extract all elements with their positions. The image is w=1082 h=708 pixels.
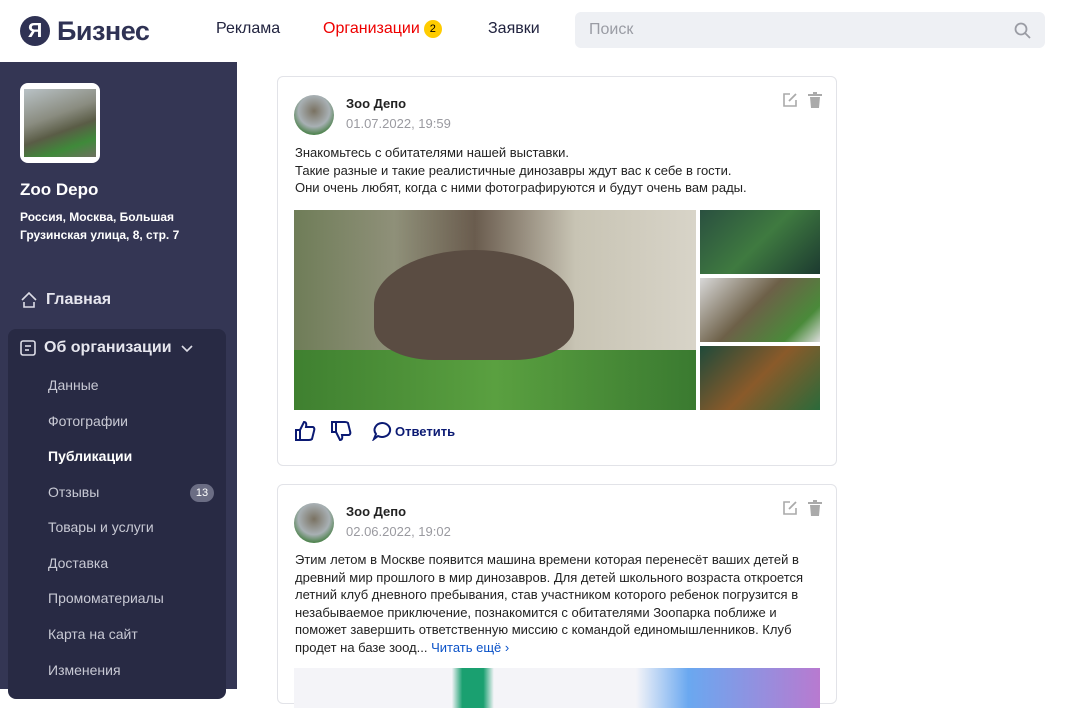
post-image[interactable] [294,668,820,708]
sidebar-item-home[interactable]: Главная [20,291,111,309]
org-photo[interactable] [20,83,100,163]
post-card: Зоо Депо 02.06.2022, 19:02 Этим летом в … [277,484,837,708]
post-date: 02.06.2022, 19:02 [346,524,451,539]
trash-icon[interactable] [808,92,822,108]
photo-thumb-3[interactable] [700,346,820,410]
comment-icon [372,421,392,441]
search-icon[interactable] [1014,22,1031,39]
yandex-business-logo[interactable]: Я Бизнес [20,15,150,47]
post-author: Зоо Депо [346,96,407,111]
nav-label: Организации [323,20,420,37]
edit-icon[interactable] [782,500,798,516]
home-icon [21,291,37,308]
avatar [294,95,334,135]
photo-thumb-2[interactable] [700,278,820,342]
edit-icon[interactable] [782,92,798,108]
photo-thumb-1[interactable] [700,210,820,274]
chevron-down-icon [180,345,193,353]
sidebar-section-about: Об организации Данные Фотографии Публика… [8,329,226,699]
like-icon[interactable] [294,420,316,442]
org-name: Zoo Depo [20,180,99,199]
post-date: 01.07.2022, 19:59 [346,116,451,131]
sidebar-item-changes[interactable]: Изменения [48,662,121,678]
reply-label: Ответить [395,423,456,439]
read-more-link[interactable]: Читать ещё › [431,640,509,655]
document-icon [20,340,36,356]
top-bar: Я Бизнес Реклама Организации 2 Заявки Пои… [0,0,1082,62]
nav-organizations[interactable]: Организации 2 [323,20,442,38]
sidebar: Zoo Depo Россия, Москва, Большая Грузинс… [0,62,237,699]
post-card: Зоо Депо 01.07.2022, 19:59 Знакомьтесь с… [277,76,837,466]
search-placeholder: Поиск [589,21,634,38]
sidebar-item-delivery[interactable]: Доставка [48,555,108,571]
post-text: Этим летом в Москве появится машина врем… [295,551,820,657]
section-label: Об организации [44,339,172,356]
nav-advertising[interactable]: Реклама [216,20,280,38]
dislike-icon[interactable] [330,420,352,442]
logo-text: Бизнес [57,15,150,46]
section-toggle[interactable]: Об организации [20,339,194,357]
sidebar-item-map[interactable]: Карта на сайт [48,626,138,642]
sidebar-item-data[interactable]: Данные [48,377,99,393]
sidebar-item-publications[interactable]: Публикации [48,448,132,464]
nav-requests[interactable]: Заявки [488,20,540,38]
search-input[interactable]: Поиск [575,12,1045,48]
yandex-logo-icon: Я [20,16,50,46]
post-text: Знакомьтесь с обитателями нашей выставки… [295,145,747,196]
post-text-body: Этим летом в Москве появится машина врем… [295,552,804,655]
reviews-count-badge: 13 [190,484,214,502]
notification-badge: 2 [423,20,442,38]
sidebar-item-goods[interactable]: Товары и услуги [48,519,154,535]
sidebar-item-reviews[interactable]: Отзывы [48,484,99,500]
post-author: Зоо Депо [346,504,407,519]
avatar [294,503,334,543]
sidebar-label: Главная [46,291,112,308]
sidebar-item-promo[interactable]: Промоматериалы [48,590,164,606]
trash-icon[interactable] [808,500,822,516]
photo-main[interactable] [294,210,696,410]
reply-button[interactable]: Ответить [372,421,455,441]
org-address: Россия, Москва, Большая Грузинская улица… [20,210,180,242]
sidebar-item-photos[interactable]: Фотографии [48,413,128,429]
